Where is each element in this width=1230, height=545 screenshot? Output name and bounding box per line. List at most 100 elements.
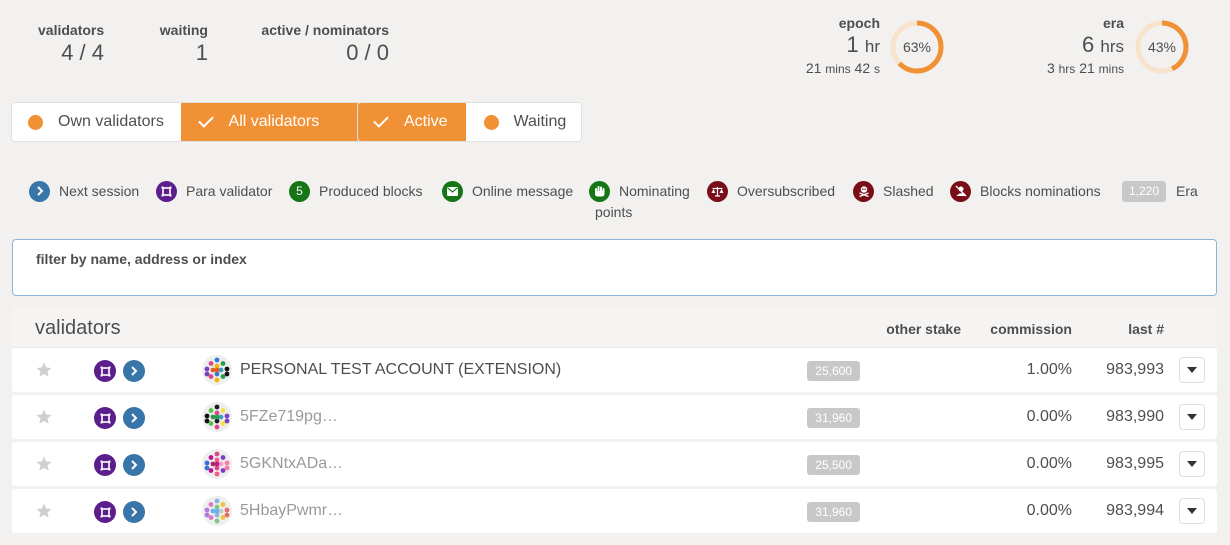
waiting-label: Waiting: [513, 113, 567, 130]
header-last-block: last #: [1128, 321, 1164, 337]
epoch-remaining-detail: 21 mins 42 s: [805, 60, 880, 76]
radio-dot-icon: [483, 114, 499, 130]
caret-down-icon: [1187, 461, 1197, 467]
stat-waiting-value: 1: [195, 40, 208, 65]
own-validators-label: Own validators: [58, 113, 164, 130]
caret-down-icon: [1187, 508, 1197, 514]
validator-name[interactable]: 5HbayPwmr…: [240, 502, 343, 520]
table-row: PERSONAL TEST ACCOUNT (EXTENSION) 25,600…: [12, 348, 1217, 392]
identicon[interactable]: [202, 449, 232, 479]
header-commission: commission: [990, 321, 1072, 337]
para-validator-icon: [156, 180, 177, 202]
era-progress-ring: 43%: [1134, 19, 1190, 75]
chevron-right-icon: [123, 360, 145, 382]
chevron-right-icon: [123, 501, 145, 523]
era-label: era: [1102, 15, 1124, 31]
validator-name[interactable]: 5GKNtxADa…: [240, 455, 343, 473]
hand-icon: [589, 180, 610, 202]
chevron-right-icon: [29, 180, 50, 202]
filter-label: filter by name, address or index: [36, 251, 247, 267]
checkmark-icon: [197, 112, 214, 128]
header-other-stake: other stake: [886, 321, 961, 337]
legend-para-validator: Para validator: [156, 180, 272, 202]
para-validator-icon: [94, 360, 116, 382]
identicon[interactable]: [202, 402, 232, 432]
waiting-toggle[interactable]: Waiting: [465, 103, 581, 141]
table-row: 5FZe719pg… 31,960 0.00% 983,990: [12, 395, 1217, 439]
filter-input[interactable]: [35, 270, 1185, 290]
star-icon[interactable]: [35, 502, 53, 520]
produced-blocks-count: 5: [289, 180, 310, 202]
envelope-icon: [442, 180, 463, 202]
filter-box: filter by name, address or index: [12, 239, 1217, 296]
epoch-timer: epoch 1 hr 21 mins 42 s: [790, 14, 880, 77]
stat-active-nominators: active / nominators 0 / 0: [261, 22, 389, 68]
legend-online-message: Online message: [442, 180, 573, 202]
epoch-label: epoch: [838, 15, 880, 31]
user-slash-icon: [950, 180, 971, 202]
active-label: Active: [404, 113, 448, 130]
all-validators-toggle[interactable]: All validators: [180, 103, 361, 141]
all-validators-label: All validators: [228, 113, 320, 130]
table-row: 5GKNtxADa… 25,500 0.00% 983,995: [12, 442, 1217, 486]
status-toggle: Active Waiting: [357, 102, 582, 142]
legend-oversubscribed: Oversubscribed: [707, 180, 835, 202]
stat-waiting: waiting 1: [158, 22, 208, 68]
stat-validators: validators 4 / 4: [38, 22, 104, 68]
era-progress-label: 43%: [1147, 39, 1177, 55]
epoch-progress-ring: 63%: [889, 19, 945, 75]
para-validator-icon: [94, 407, 116, 429]
own-validators-toggle[interactable]: Own validators: [12, 103, 181, 141]
table-body: PERSONAL TEST ACCOUNT (EXTENSION) 25,600…: [12, 348, 1217, 533]
expand-button[interactable]: [1179, 451, 1205, 477]
table-title: validators: [35, 317, 121, 339]
last-block-value: 983,990: [1106, 408, 1164, 425]
legend-era: 1,220 Era: [1122, 180, 1198, 202]
table-row: 5HbayPwmr… 31,960 0.00% 983,994: [12, 489, 1217, 533]
stat-validators-value: 4 / 4: [61, 40, 104, 65]
stat-active-nominators-label: active / nominators: [261, 22, 389, 38]
active-toggle[interactable]: Active: [358, 103, 466, 141]
balance-scale-icon: [707, 180, 728, 202]
expand-button[interactable]: [1179, 357, 1205, 383]
last-block-value: 983,995: [1106, 455, 1164, 472]
era-badge: 1,220: [1122, 180, 1167, 202]
other-stake-badge: 25,600: [807, 361, 860, 381]
expand-button[interactable]: [1179, 498, 1205, 524]
legend-blocks-nominations: Blocks nominations: [950, 180, 1101, 202]
chevron-right-icon: [123, 407, 145, 429]
validator-name[interactable]: 5FZe719pg…: [240, 408, 338, 426]
ownership-toggle: Own validators All validators: [11, 102, 362, 142]
legend-next-session: Next session: [29, 180, 139, 202]
era-timer: era 6 hrs 3 hrs 21 mins: [1030, 14, 1124, 77]
star-icon[interactable]: [35, 408, 53, 426]
epoch-progress-label: 63%: [902, 39, 932, 55]
identicon[interactable]: [202, 496, 232, 526]
chevron-right-icon: [123, 454, 145, 476]
checkmark-icon: [373, 112, 389, 128]
last-block-value: 983,994: [1106, 502, 1164, 519]
star-icon[interactable]: [35, 455, 53, 473]
commission-value: 1.00%: [1026, 361, 1072, 378]
validators-table: validators other stake commission last #…: [12, 306, 1217, 533]
skull-crossbones-icon: [853, 180, 874, 202]
caret-down-icon: [1187, 367, 1197, 373]
table-header: validators other stake commission last #: [12, 306, 1217, 348]
expand-button[interactable]: [1179, 404, 1205, 430]
legend: Next session Para validator 5 Produced b…: [0, 180, 1230, 224]
caret-down-icon: [1187, 414, 1197, 420]
legend-produced-blocks: 5 Produced blocks: [289, 180, 423, 202]
validator-name[interactable]: PERSONAL TEST ACCOUNT (EXTENSION): [240, 361, 561, 379]
stat-validators-label: validators: [38, 22, 105, 38]
era-remaining-detail: 3 hrs 21 mins: [1046, 60, 1124, 76]
legend-nominating-points: Nominating points: [589, 180, 690, 220]
star-icon[interactable]: [35, 361, 53, 379]
commission-value: 0.00%: [1026, 455, 1072, 472]
identicon[interactable]: [202, 355, 232, 385]
epoch-remaining: 1 hr: [846, 32, 881, 57]
summary-bar: validators 4 / 4 waiting 1 active / nomi…: [0, 15, 1230, 82]
other-stake-badge: 31,960: [807, 408, 860, 428]
commission-value: 0.00%: [1026, 502, 1072, 519]
other-stake-badge: 31,960: [807, 502, 860, 522]
era-remaining: 6 hrs: [1082, 32, 1124, 57]
